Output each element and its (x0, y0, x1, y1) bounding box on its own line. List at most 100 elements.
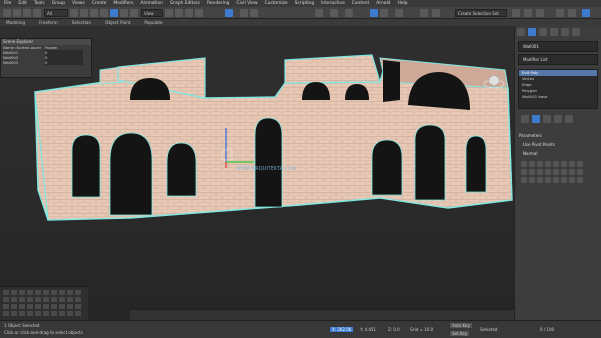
option-swatch[interactable] (537, 177, 543, 183)
option-swatch[interactable] (521, 161, 527, 167)
project-folder-icon[interactable] (524, 9, 532, 17)
menu-item[interactable]: Rendering (207, 1, 229, 6)
table-row[interactable]: Wall003 0 (1, 60, 91, 65)
remove-modifier-icon[interactable] (554, 115, 562, 123)
modify-tab-icon[interactable] (528, 28, 536, 36)
option-swatch[interactable] (569, 161, 575, 167)
select-and-scale-icon[interactable] (130, 9, 138, 17)
select-object-icon[interactable] (70, 9, 78, 17)
maxscript-listener[interactable] (0, 286, 88, 320)
frame-counter[interactable]: 0 / 100 (540, 327, 554, 332)
display-tab-icon[interactable] (561, 28, 569, 36)
selection-filter-dropdown[interactable]: All (44, 9, 68, 17)
render-production-icon[interactable] (432, 9, 440, 17)
select-move-active-icon[interactable] (225, 9, 233, 17)
option-swatch[interactable] (577, 169, 583, 175)
scene-explorer-panel[interactable]: Scene Explorer Name (Sorted Ascending)Fr… (0, 38, 92, 78)
option-swatch[interactable] (521, 177, 527, 183)
select-by-name-icon[interactable] (80, 9, 88, 17)
render-setup-icon[interactable] (395, 9, 403, 17)
ribbon-tab[interactable]: Populate (144, 20, 162, 25)
option-swatch[interactable] (569, 169, 575, 175)
option-swatch[interactable] (529, 169, 535, 175)
align-icon[interactable] (250, 9, 258, 17)
option-swatch[interactable] (569, 177, 575, 183)
set-key-button[interactable]: Set Key (450, 331, 470, 336)
ribbon-tab[interactable]: Object Paint (105, 20, 130, 25)
pin-stack-icon[interactable] (521, 115, 529, 123)
option-swatch[interactable] (537, 169, 543, 175)
use-pivot-checkbox[interactable]: Use Pivot Points (515, 140, 601, 149)
option-swatch[interactable] (537, 161, 543, 167)
menu-item[interactable]: Scripting (295, 1, 315, 6)
menu-item[interactable]: Create (92, 1, 107, 6)
help-icon[interactable] (536, 9, 544, 17)
option-swatch[interactable] (553, 177, 559, 183)
option-swatch[interactable] (561, 169, 567, 175)
menu-item[interactable]: Interactive (321, 1, 345, 6)
link-icon[interactable] (23, 9, 31, 17)
layer-explorer-icon[interactable] (315, 9, 323, 17)
window-crossing-icon[interactable] (100, 9, 108, 17)
option-swatch[interactable] (545, 177, 551, 183)
key-filter-dropdown[interactable]: Selected (480, 327, 497, 332)
ribbon-tab[interactable]: Selection (72, 20, 91, 25)
option-swatch[interactable] (553, 161, 559, 167)
option-swatch[interactable] (529, 161, 535, 167)
workspace-icon[interactable] (512, 9, 520, 17)
pivot-center-icon[interactable] (165, 9, 173, 17)
reference-coordinate-dropdown[interactable]: View (141, 9, 163, 17)
snap-toggle-icon[interactable] (175, 9, 183, 17)
menu-item[interactable]: Views (72, 1, 85, 6)
modifier-list-dropdown[interactable]: Modifier List (518, 54, 598, 65)
menu-item[interactable]: Edit (18, 1, 27, 6)
menu-item[interactable]: Civil View (236, 1, 257, 6)
menu-item[interactable]: Content (352, 1, 369, 6)
option-swatch[interactable] (577, 161, 583, 167)
hierarchy-tab-icon[interactable] (539, 28, 547, 36)
close-scene-icon[interactable] (556, 9, 564, 17)
menu-item[interactable]: Tools (34, 1, 45, 6)
option-swatch[interactable] (545, 169, 551, 175)
rendered-frame-icon[interactable] (420, 9, 428, 17)
select-and-move-icon[interactable] (110, 9, 118, 17)
rollout-title[interactable]: Parameters (515, 131, 601, 140)
menu-item[interactable]: Customize (265, 1, 288, 6)
menu-item[interactable]: Group (52, 1, 65, 6)
auto-key-button[interactable]: Auto Key (450, 323, 472, 328)
option-grid[interactable] (515, 158, 601, 186)
select-and-rotate-icon[interactable] (120, 9, 128, 17)
schematic-view-icon[interactable] (370, 9, 378, 17)
create-tab-icon[interactable] (517, 28, 525, 36)
menu-item[interactable]: Modifiers (113, 1, 133, 6)
option-swatch[interactable] (529, 177, 535, 183)
object-name-field[interactable]: Wall001 (518, 41, 598, 52)
angle-snap-icon[interactable] (185, 9, 193, 17)
toggle-ribbon-icon[interactable] (330, 9, 338, 17)
option-swatch[interactable] (521, 169, 527, 175)
curve-editor-icon[interactable] (345, 9, 353, 17)
menu-item[interactable]: Animation (140, 1, 162, 6)
redo-icon[interactable] (13, 9, 21, 17)
option-swatch[interactable] (553, 169, 559, 175)
undo-icon[interactable] (3, 9, 11, 17)
coord-z-field[interactable]: Z: 0.0 (388, 327, 400, 332)
option-swatch[interactable] (545, 161, 551, 167)
menu-item[interactable]: Graph Editors (170, 1, 200, 6)
menu-item[interactable]: Arnold (376, 1, 390, 6)
material-editor-icon[interactable] (380, 9, 388, 17)
configure-sets-icon[interactable] (565, 115, 573, 123)
coord-y-field[interactable]: Y: 4.451 (360, 327, 376, 332)
rectangular-selection-icon[interactable] (90, 9, 98, 17)
coord-x-field[interactable]: X: 262.06 (330, 327, 354, 332)
utilities-tab-icon[interactable] (572, 28, 580, 36)
motion-tab-icon[interactable] (550, 28, 558, 36)
ribbon-tab[interactable]: Modeling (6, 20, 25, 25)
show-end-result-icon[interactable] (532, 115, 540, 123)
option-swatch[interactable] (561, 161, 567, 167)
ribbon-tab[interactable]: Freeform (39, 20, 58, 25)
menu-item[interactable]: File (4, 1, 11, 6)
percent-snap-icon[interactable] (195, 9, 203, 17)
y-axis-icon[interactable] (568, 9, 576, 17)
named-selection-set-dropdown[interactable]: Create Selection Set (455, 9, 507, 17)
